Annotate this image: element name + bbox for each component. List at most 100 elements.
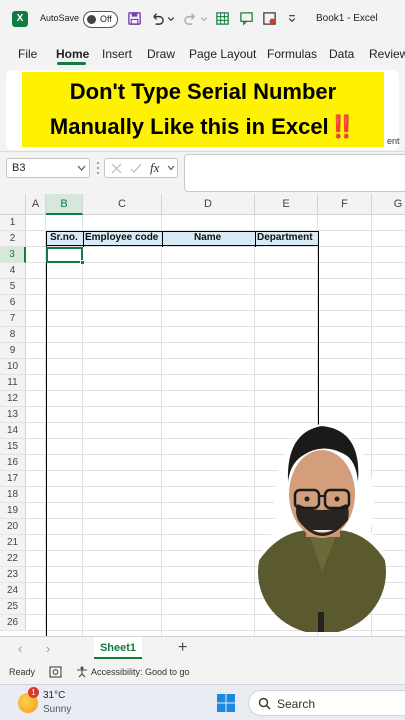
row-header-1[interactable]: 1	[0, 215, 26, 231]
column-header-g[interactable]: G	[372, 194, 405, 215]
windows-taskbar: 1 31°C Sunny Search	[0, 684, 405, 720]
row-header-26[interactable]: 26	[0, 615, 26, 631]
gridline-horizontal	[26, 374, 405, 375]
row-header-14[interactable]: 14	[0, 423, 26, 439]
excel-icon[interactable]: X	[12, 11, 28, 27]
row-header-22[interactable]: 22	[0, 551, 26, 567]
customize-icon[interactable]	[287, 11, 297, 26]
accessibility-icon[interactable]	[76, 666, 88, 678]
table-right-border	[318, 231, 319, 431]
tab-review[interactable]: Review	[369, 47, 405, 61]
weather-condition[interactable]: Sunny	[43, 704, 71, 715]
enter-icon[interactable]	[130, 163, 142, 174]
prev-sheet-icon[interactable]: ‹	[18, 641, 22, 656]
row-header-18[interactable]: 18	[0, 487, 26, 503]
sheet-tab-bar: ‹ › Sheet1 +	[0, 636, 405, 660]
table-icon[interactable]	[215, 11, 230, 26]
search-label: Search	[277, 697, 316, 711]
row-header-10[interactable]: 10	[0, 359, 26, 375]
row-header-5[interactable]: 5	[0, 279, 26, 295]
tab-formulas[interactable]: Formulas	[267, 47, 317, 61]
tab-draw[interactable]: Draw	[147, 47, 175, 61]
column-header-b[interactable]: B	[46, 194, 83, 215]
banner-line-1: Don't Type Serial Number	[69, 79, 337, 104]
column-header-a[interactable]: A	[26, 194, 46, 215]
redo-icon[interactable]	[183, 11, 198, 26]
header-cell-department[interactable]: Department	[257, 232, 313, 243]
row-header-15[interactable]: 15	[0, 439, 26, 455]
macro-recording-icon[interactable]	[49, 666, 62, 678]
row-header-19[interactable]: 19	[0, 503, 26, 519]
status-ready: Ready	[9, 667, 36, 677]
form-icon[interactable]	[262, 11, 277, 26]
row-header-2[interactable]: 2	[0, 231, 26, 247]
fill-handle[interactable]	[80, 260, 85, 265]
row-header-9[interactable]: 9	[0, 343, 26, 359]
weather-temperature[interactable]: 31°C	[43, 690, 65, 701]
header-cell-employee-code[interactable]: Employee code	[85, 232, 158, 243]
autosave-toggle[interactable]: Off	[83, 11, 118, 28]
windows-start-icon[interactable]	[216, 693, 236, 713]
presenter-video-overlay	[258, 424, 386, 632]
row-header-21[interactable]: 21	[0, 535, 26, 551]
tab-file[interactable]: File	[18, 47, 37, 61]
notification-badge: 1	[28, 687, 39, 698]
tab-home[interactable]: Home	[56, 47, 89, 61]
search-icon	[258, 697, 271, 710]
formula-input[interactable]	[184, 154, 405, 192]
active-tab-indicator	[57, 62, 86, 65]
tab-page-layout[interactable]: Page Layout	[189, 47, 256, 61]
header-divider	[83, 231, 84, 247]
row-header-24[interactable]: 24	[0, 583, 26, 599]
header-cell-name[interactable]: Name	[194, 232, 221, 243]
column-header-d[interactable]: D	[162, 194, 255, 215]
more-options-icon[interactable]	[96, 161, 100, 175]
next-sheet-icon[interactable]: ›	[46, 641, 50, 656]
active-cell[interactable]	[46, 247, 83, 263]
row-header-11[interactable]: 11	[0, 375, 26, 391]
row-header-6[interactable]: 6	[0, 295, 26, 311]
toggle-state: Off	[100, 14, 112, 24]
taskbar-search[interactable]: Search	[248, 690, 405, 716]
chevron-down-icon[interactable]	[167, 165, 175, 171]
select-all-corner[interactable]	[0, 194, 26, 215]
gridline-horizontal	[26, 358, 405, 359]
header-cell-sr-no[interactable]: Sr.no.	[50, 232, 78, 243]
row-header-20[interactable]: 20	[0, 519, 26, 535]
accessibility-status[interactable]: Accessibility: Good to go	[91, 667, 190, 677]
gridline-horizontal	[26, 310, 405, 311]
column-header-c[interactable]: C	[83, 194, 162, 215]
row-header-3[interactable]: 3	[0, 247, 26, 263]
toggle-knob	[87, 15, 96, 24]
row-header-16[interactable]: 16	[0, 455, 26, 471]
table-left-border	[46, 231, 47, 636]
column-header-e[interactable]: E	[255, 194, 318, 215]
row-header-13[interactable]: 13	[0, 407, 26, 423]
title-bar: X AutoSave Off Book1 - Excel	[0, 0, 405, 38]
tab-data[interactable]: Data	[329, 47, 354, 61]
row-header-7[interactable]: 7	[0, 311, 26, 327]
cancel-icon[interactable]	[111, 163, 122, 174]
gridline-horizontal	[26, 278, 405, 279]
name-box[interactable]: B3	[6, 158, 90, 178]
undo-dropdown-icon[interactable]	[167, 11, 175, 26]
row-header-8[interactable]: 8	[0, 327, 26, 343]
save-icon[interactable]	[127, 11, 142, 26]
column-header-f[interactable]: F	[318, 194, 372, 215]
undo-icon[interactable]	[150, 11, 165, 26]
header-divider	[162, 231, 163, 247]
formula-bar: B3 fx	[0, 152, 405, 194]
row-header-25[interactable]: 25	[0, 599, 26, 615]
gridline-horizontal	[26, 326, 405, 327]
row-header-12[interactable]: 12	[0, 391, 26, 407]
comment-icon[interactable]	[239, 11, 254, 26]
redo-dropdown-icon[interactable]	[200, 11, 208, 26]
name-box-value: B3	[12, 162, 26, 174]
insert-function-icon[interactable]: fx	[150, 160, 159, 176]
row-header-17[interactable]: 17	[0, 471, 26, 487]
tab-insert[interactable]: Insert	[102, 47, 132, 61]
sheet-tab-sheet1[interactable]: Sheet1	[94, 637, 142, 659]
add-sheet-button[interactable]: +	[178, 639, 187, 657]
row-header-4[interactable]: 4	[0, 263, 26, 279]
row-header-23[interactable]: 23	[0, 567, 26, 583]
